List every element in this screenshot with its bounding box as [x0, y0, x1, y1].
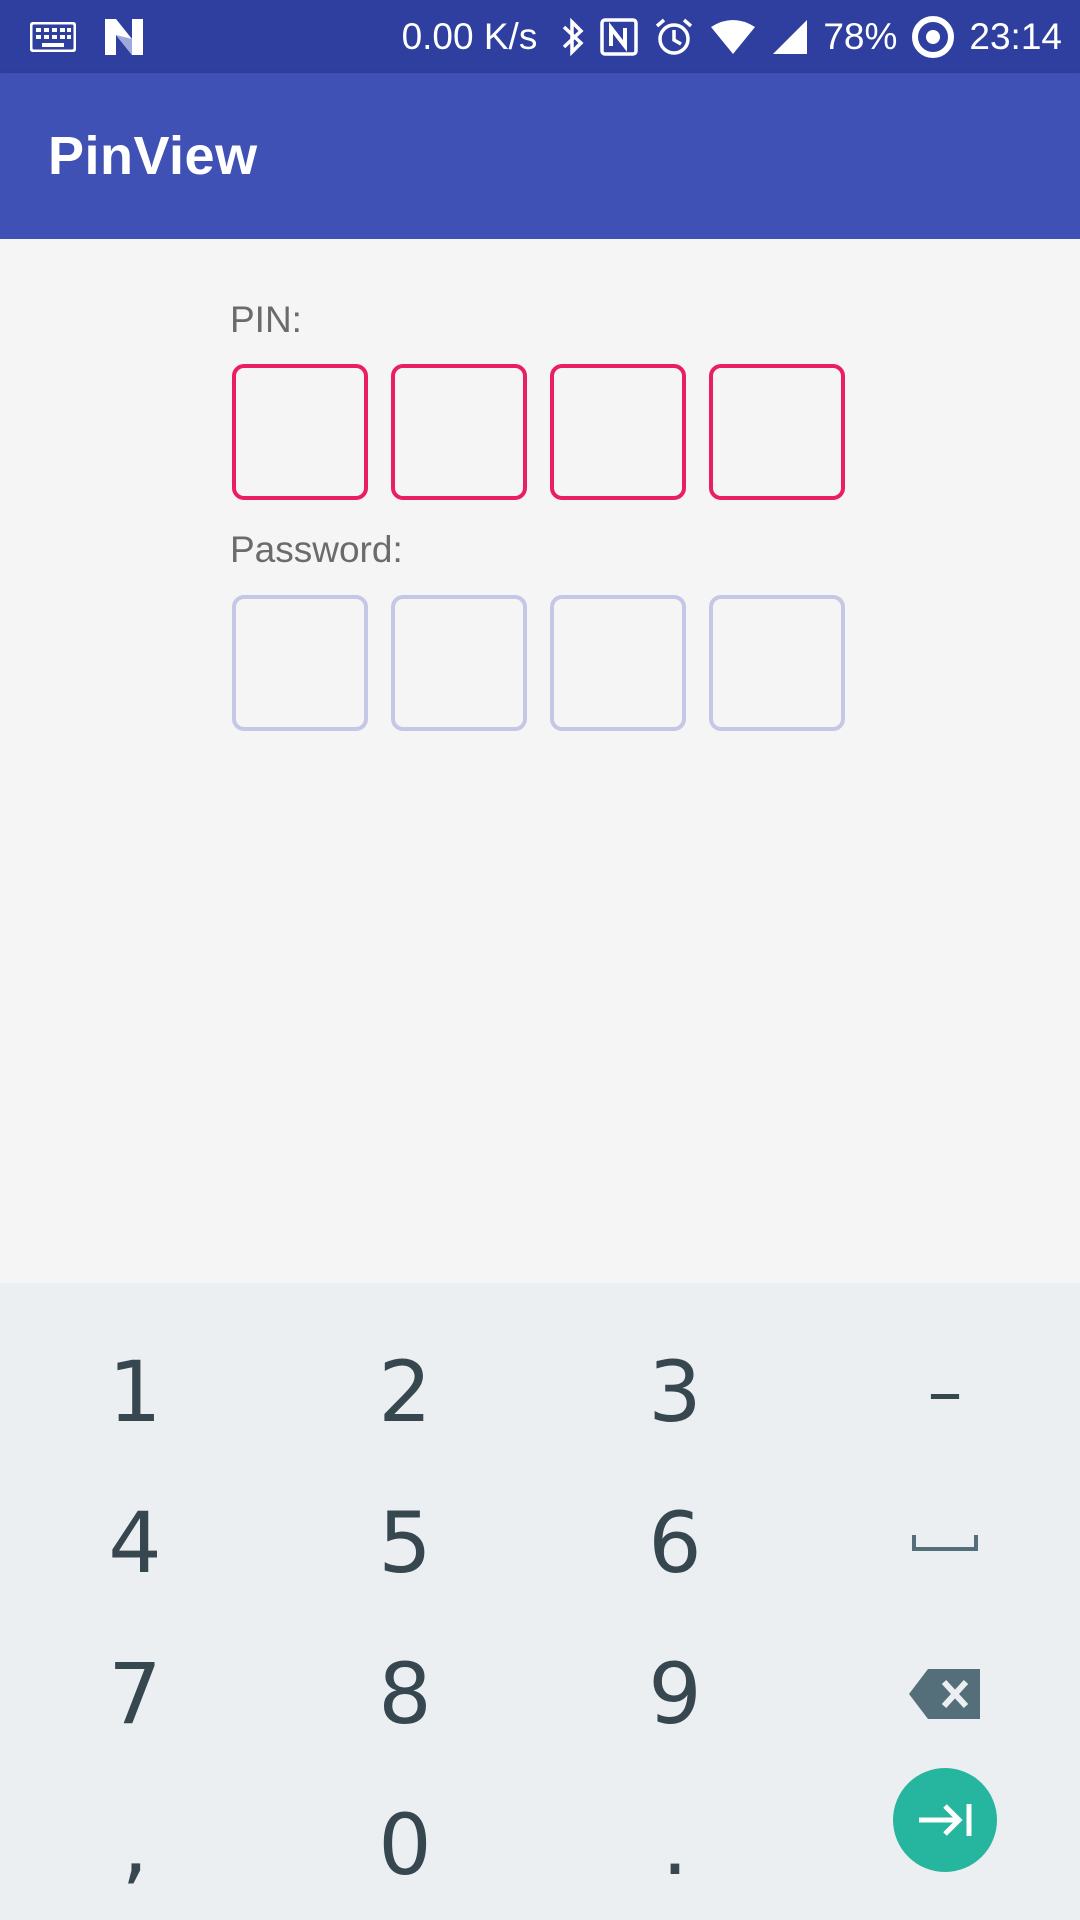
pin-box-1[interactable] — [232, 364, 368, 500]
numeric-keyboard: 1 2 3 – 4 5 6 7 8 9 , 0 . — [0, 1283, 1080, 1920]
backspace-icon — [908, 1667, 982, 1721]
nfc-icon — [599, 17, 639, 57]
pin-label: PIN: — [230, 299, 302, 340]
password-box-1[interactable] — [232, 595, 368, 731]
status-bar: 0.00 K/s 78% 23:14 — [0, 0, 1080, 73]
key-period[interactable]: . — [540, 1770, 810, 1920]
status-right: 0.00 K/s 78% 23:14 — [402, 0, 1062, 73]
n-logo-icon — [102, 17, 146, 57]
key-space[interactable] — [810, 1468, 1080, 1618]
pin-input-row[interactable] — [232, 364, 845, 500]
password-input-row[interactable] — [232, 595, 845, 731]
key-8[interactable]: 8 — [270, 1619, 540, 1769]
next-icon — [915, 1800, 975, 1840]
battery-saver-icon — [911, 15, 955, 59]
clock: 23:14 — [969, 15, 1062, 57]
key-2[interactable]: 2 — [270, 1317, 540, 1467]
password-box-4[interactable] — [709, 595, 845, 731]
keyboard-icon — [30, 22, 76, 52]
key-comma[interactable]: , — [0, 1770, 270, 1920]
alarm-icon — [653, 17, 695, 57]
pin-box-2[interactable] — [391, 364, 527, 500]
key-next[interactable] — [810, 1745, 1080, 1895]
app-bar: PinView — [0, 73, 1080, 239]
content: PIN: Password: — [0, 239, 1080, 1283]
key-0[interactable]: 0 — [270, 1770, 540, 1920]
key-7[interactable]: 7 — [0, 1619, 270, 1769]
next-button[interactable] — [893, 1768, 997, 1872]
key-3[interactable]: 3 — [540, 1317, 810, 1467]
battery-percent: 78% — [823, 15, 898, 57]
key-dash[interactable]: – — [810, 1317, 1080, 1467]
key-9[interactable]: 9 — [540, 1619, 810, 1769]
pin-box-3[interactable] — [550, 364, 686, 500]
app-title: PinView — [48, 126, 258, 186]
bluetooth-icon — [561, 17, 585, 57]
password-label: Password: — [230, 529, 403, 570]
key-5[interactable]: 5 — [270, 1468, 540, 1618]
status-left — [30, 14, 146, 60]
signal-icon — [771, 19, 809, 55]
net-speed: 0.00 K/s — [401, 15, 538, 57]
key-4[interactable]: 4 — [0, 1468, 270, 1618]
password-box-3[interactable] — [550, 595, 686, 731]
wifi-icon — [709, 19, 757, 55]
key-6[interactable]: 6 — [540, 1468, 810, 1618]
space-icon — [911, 1533, 979, 1553]
pin-box-4[interactable] — [709, 364, 845, 500]
password-box-2[interactable] — [391, 595, 527, 731]
key-1[interactable]: 1 — [0, 1317, 270, 1467]
